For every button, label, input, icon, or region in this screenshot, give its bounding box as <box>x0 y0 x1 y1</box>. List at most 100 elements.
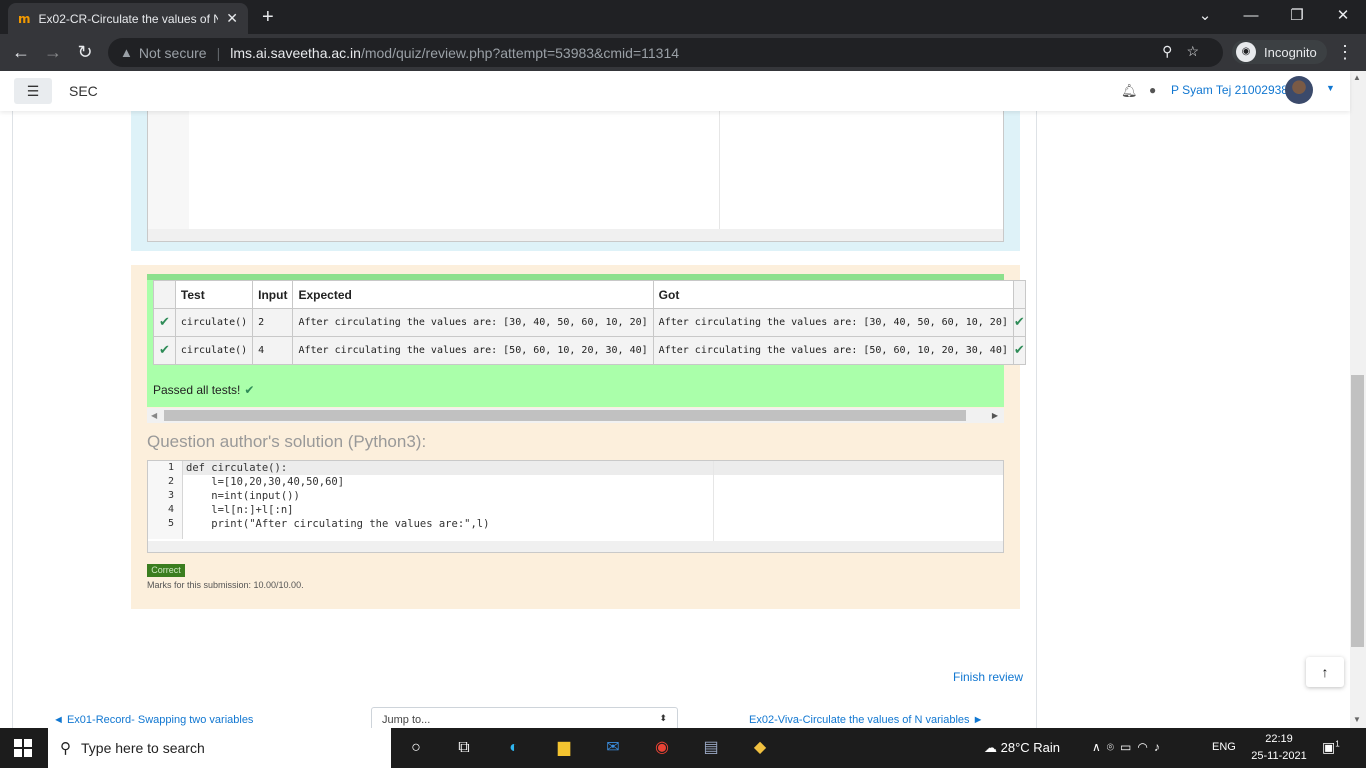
left-divider <box>12 111 13 728</box>
zoom-icon[interactable]: ⚲ <box>1162 43 1186 59</box>
pass-check-icon: ✔ <box>153 336 176 365</box>
back-arrow-icon[interactable]: ← <box>8 40 34 64</box>
url-path: /mod/quiz/review.php?attempt=53983&cmid=… <box>360 44 680 61</box>
user-name[interactable]: P Syam Tej 21002938 <box>1171 83 1288 97</box>
line-number: 3 <box>167 490 174 501</box>
scrollbar-thumb[interactable] <box>164 410 966 421</box>
site-brand[interactable]: SEC <box>69 83 98 99</box>
line-number: 5 <box>167 518 174 529</box>
browser-tab[interactable]: m Ex02-CR-Circulate the values of N ✕ <box>8 3 248 34</box>
active-line-highlight <box>183 461 1003 475</box>
header-status <box>153 280 176 309</box>
scroll-down-icon[interactable]: ▼ <box>1353 715 1361 724</box>
windows-taskbar: ⚲ Type here to search ○ ⧉ ◐ ▆ ✉ ◉ ▤ ◆ ☁ … <box>0 728 1366 768</box>
new-tab-button[interactable]: + <box>262 6 274 29</box>
line-number: 4 <box>167 504 174 515</box>
notification-bell-icon[interactable]: 🔔︎ <box>1121 83 1138 99</box>
hamburger-menu-icon[interactable]: ☰ <box>14 78 52 104</box>
restore-button[interactable]: ❐ <box>1274 4 1320 28</box>
correct-badge: Correct <box>147 564 185 577</box>
vertical-scrollbar-thumb[interactable] <box>1351 375 1364 647</box>
system-tray-icons[interactable]: ∧⌾▭◠♪ <box>1092 740 1166 755</box>
code-line: print("After circulating the values are:… <box>186 518 490 530</box>
forward-arrow-icon[interactable]: → <box>40 40 66 64</box>
reload-icon[interactable]: ↻ <box>72 40 98 64</box>
scroll-right-icon[interactable]: ▶ <box>992 408 998 423</box>
next-activity-label: Ex02-Viva-Circulate the values of N vari… <box>749 714 970 726</box>
incognito-label: Incognito <box>1264 44 1317 60</box>
browser-menu-icon[interactable]: ⋮ <box>1336 40 1354 64</box>
previous-activity-label: Ex01-Record- Swapping two variables <box>66 714 254 726</box>
minimize-button[interactable]: — <box>1228 4 1274 28</box>
row-expected: After circulating the values are: [30, 4… <box>292 308 654 337</box>
wifi-icon[interactable]: ◠ <box>1137 740 1153 754</box>
taskbar-clock[interactable]: 22:19 25-11-2021 <box>1249 731 1309 765</box>
answer-print-margin <box>719 111 720 229</box>
weather-text: 28°C Rain <box>1000 740 1061 755</box>
app-window-icon[interactable]: ▤ <box>699 736 723 760</box>
input-language[interactable]: ENG <box>1212 741 1236 753</box>
address-bar[interactable]: ▲ Not secure | lms.ai.saveetha.ac.in /mo… <box>108 38 1223 67</box>
test-results-table: Test Input Expected Got ✔ circulate() 2 … <box>153 280 1026 365</box>
warning-triangle-icon: ▲ <box>120 45 133 60</box>
chrome-icon[interactable]: ◉ <box>650 736 674 760</box>
page-content: Test Input Expected Got ✔ circulate() 2 … <box>0 111 1350 728</box>
back-to-top-button[interactable]: ↑ <box>1306 657 1344 687</box>
file-explorer-icon[interactable]: ▆ <box>552 736 576 760</box>
search-icon: ⚲ <box>60 740 71 757</box>
row-expected: After circulating the values are: [50, 6… <box>292 336 654 365</box>
next-activity-link[interactable]: Ex02-Viva-Circulate the values of N vari… <box>749 714 983 726</box>
omnibox-action-icons: ⚲☆ <box>1162 43 1213 60</box>
tray-chevron-icon[interactable]: ∧ <box>1092 740 1107 754</box>
arrow-up-icon: ↑ <box>1321 664 1329 680</box>
bookmark-star-icon[interactable]: ☆ <box>1186 43 1213 59</box>
edge-icon[interactable]: ◐ <box>502 736 526 760</box>
network-icon[interactable]: ⌾ <box>1107 740 1120 754</box>
jump-to-select[interactable]: Jump to... ⬍ <box>371 707 678 728</box>
select-caret-icon: ⬍ <box>659 713 667 723</box>
windows-start-icon[interactable] <box>14 739 32 757</box>
finish-review-link[interactable]: Finish review <box>953 670 1023 684</box>
previous-activity-link[interactable]: ◄ Ex01-Record- Swapping two variables <box>53 714 253 726</box>
solution-code-editor[interactable]: 1 2 3 4 5 def circulate(): l=[10,20,30,4… <box>147 460 1004 553</box>
task-view-icon[interactable]: ⧉ <box>452 736 476 760</box>
horizontal-scrollbar[interactable]: ◀ ▶ <box>147 408 1004 423</box>
user-menu-caret-icon[interactable]: ▼ <box>1326 83 1335 93</box>
code-line: l=l[n:]+l[:n] <box>186 504 294 516</box>
answer-gutter <box>148 111 189 229</box>
scroll-left-icon[interactable]: ◀ <box>151 408 157 423</box>
python-icon[interactable]: ◆ <box>748 736 772 760</box>
incognito-indicator[interactable]: ◉ Incognito <box>1232 40 1327 64</box>
solution-print-margin <box>713 461 714 541</box>
passed-check-icon: ✔ <box>244 383 255 397</box>
clock-date: 25-11-2021 <box>1251 750 1307 762</box>
answer-resize-bar[interactable] <box>148 229 1003 241</box>
header-input: Input <box>252 280 294 309</box>
arrow-left-icon: ◄ <box>53 714 67 726</box>
answer-editor[interactable] <box>147 111 1004 242</box>
pass-check-icon: ✔ <box>1012 336 1026 365</box>
notification-center-icon[interactable]: ▣1 <box>1322 739 1340 756</box>
table-header-row: Test Input Expected Got <box>153 280 1026 309</box>
scroll-up-icon[interactable]: ▲ <box>1353 73 1361 82</box>
line-number: 1 <box>167 462 174 473</box>
cortana-icon[interactable]: ○ <box>404 736 428 760</box>
mail-icon[interactable]: ✉ <box>601 736 625 760</box>
battery-icon[interactable]: ▭ <box>1120 740 1137 754</box>
taskbar-search[interactable]: ⚲ Type here to search <box>48 728 391 768</box>
line-number: 2 <box>167 476 174 487</box>
not-secure-label: Not secure <box>138 44 207 61</box>
close-window-button[interactable]: ✕ <box>1320 4 1366 28</box>
tab-search-chevron-icon[interactable]: ⌄ <box>1182 4 1228 28</box>
browser-toolbar: ← → ↻ ▲ Not secure | lms.ai.saveetha.ac.… <box>0 34 1366 71</box>
weather-widget[interactable]: ☁ 28°C Rain <box>984 740 1060 756</box>
code-line: l=[10,20,30,40,50,60] <box>186 476 345 488</box>
test-results-panel: Test Input Expected Got ✔ circulate() 2 … <box>147 274 1026 407</box>
volume-icon[interactable]: ♪ <box>1154 740 1166 754</box>
tab-close-icon[interactable]: ✕ <box>226 10 238 27</box>
vertical-scrollbar[interactable]: ▲ ▼ <box>1350 71 1366 728</box>
avatar[interactable] <box>1285 76 1313 104</box>
messages-icon[interactable]: ● <box>1149 83 1156 97</box>
browser-tabstrip: m Ex02-CR-Circulate the values of N ✕ + … <box>0 0 1366 34</box>
solution-resize-bar[interactable] <box>148 541 1003 552</box>
